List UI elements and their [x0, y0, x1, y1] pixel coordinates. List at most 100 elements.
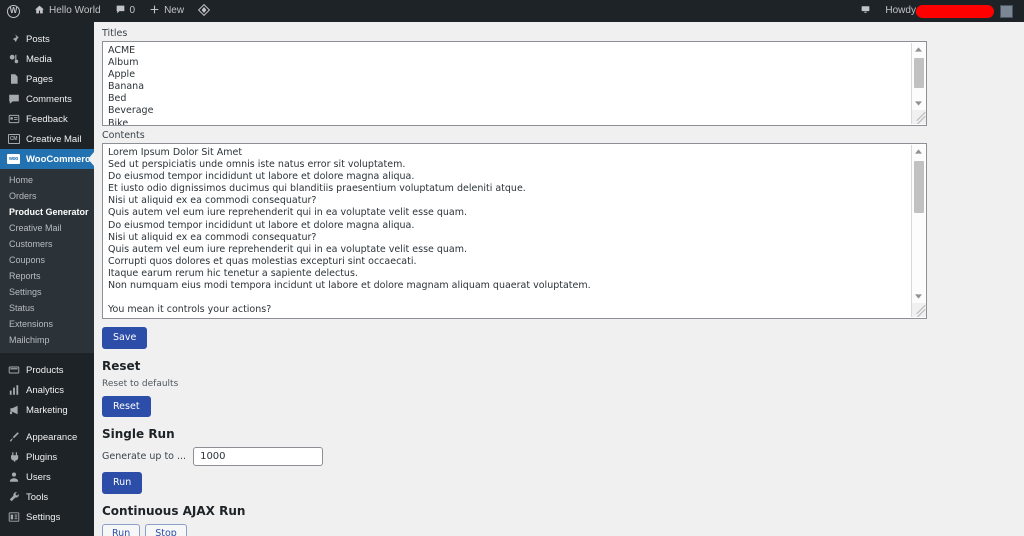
sidebar-item-appearance[interactable]: Appearance	[0, 427, 94, 447]
sidebar-item-posts[interactable]: Posts	[0, 29, 94, 49]
paintbrush-icon	[7, 431, 20, 444]
comment-bubble-icon	[7, 93, 20, 106]
titles-line: Apple	[108, 69, 136, 81]
sidebar-item-label: Pages	[26, 73, 53, 85]
new-content-menu[interactable]: New	[142, 0, 191, 22]
my-account-menu[interactable]: Howdy,	[878, 0, 1020, 22]
titles-field-wrap: ACME Album Apple Banana Bed Beverage Bik…	[102, 41, 927, 126]
contents-line: Nisi ut aliquid ex ea commodi consequatu…	[108, 231, 317, 243]
plug-icon	[7, 451, 20, 464]
submenu-item-coupons[interactable]: Coupons	[0, 252, 94, 268]
sidebar-item-label: Analytics	[26, 384, 65, 396]
continuous-stop-button[interactable]: Stop	[145, 523, 187, 536]
continuous-run-button[interactable]: Run	[102, 523, 141, 536]
menu-spacer-top	[0, 22, 94, 29]
scroll-down-icon[interactable]	[912, 97, 926, 110]
contents-line: Non numquam eius modi tempora incidunt u…	[108, 280, 591, 292]
single-run-row: Generate up to ...	[102, 447, 1024, 466]
sidebar-item-label: Media	[26, 53, 52, 65]
howdy-label: Howdy,	[885, 5, 918, 16]
resize-grip[interactable]	[911, 303, 926, 317]
scroll-down-icon[interactable]	[912, 290, 926, 303]
titles-textarea[interactable]: ACME Album Apple Banana Bed Beverage Bik…	[102, 41, 927, 126]
continuous-run-buttons: Run Stop	[102, 523, 1024, 536]
submenu-item-product-generator[interactable]: Product Generator	[0, 204, 94, 220]
new-label: New	[164, 5, 185, 16]
generate-count-input[interactable]	[193, 447, 324, 466]
submenu-item-mailchimp[interactable]: Mailchimp	[0, 332, 94, 348]
site-name-menu[interactable]: Hello World	[27, 0, 108, 22]
avatar	[1000, 4, 1013, 18]
sidebar-item-analytics[interactable]: Analytics	[0, 380, 94, 400]
contents-textarea[interactable]: Lorem Ipsum Dolor Sit Amet Sed ut perspi…	[102, 143, 927, 319]
resize-grip[interactable]	[911, 110, 926, 124]
save-button[interactable]: Save	[102, 327, 148, 349]
scrollbar-track[interactable]	[912, 56, 926, 97]
sidebar-item-tools[interactable]: Tools	[0, 487, 94, 507]
contents-line: You mean it controls your actions?	[108, 304, 272, 316]
menu-separator	[0, 420, 94, 427]
scrollbar-thumb[interactable]	[913, 58, 924, 88]
sidebar-item-label: Appearance	[26, 431, 78, 443]
sidebar-item-feedback[interactable]: Feedback	[0, 109, 94, 129]
scroll-up-icon[interactable]	[912, 145, 926, 158]
sidebar-item-settings[interactable]: Settings	[0, 507, 94, 527]
submenu-item-customers[interactable]: Customers	[0, 236, 94, 252]
products-icon	[7, 364, 20, 377]
screen-options-menu[interactable]	[853, 0, 878, 22]
sidebar-item-label: WooCommerce	[26, 153, 94, 165]
scrollbar-track[interactable]	[912, 158, 926, 290]
woocommerce-submenu: Home Orders Product Generator Creative M…	[0, 169, 94, 353]
comment-bubble-icon	[115, 4, 126, 18]
comment-count: 0	[129, 5, 136, 16]
sidebar-item-plugins[interactable]: Plugins	[0, 447, 94, 467]
titles-line: Banana	[108, 81, 145, 93]
admin-sidebar: Posts Media Pages Comments Feedback CM C…	[0, 22, 94, 536]
jetpack-menu[interactable]	[191, 0, 217, 22]
sidebar-item-pages[interactable]: Pages	[0, 69, 94, 89]
wrench-icon	[7, 491, 20, 504]
sidebar-item-creative-mail[interactable]: CM Creative Mail	[0, 129, 94, 149]
scroll-up-icon[interactable]	[912, 43, 926, 56]
sidebar-item-marketing[interactable]: Marketing	[0, 400, 94, 420]
sidebar-item-users[interactable]: Users	[0, 467, 94, 487]
submenu-item-reports[interactable]: Reports	[0, 268, 94, 284]
single-run-button[interactable]: Run	[102, 472, 143, 494]
contents-line: Do eiusmod tempor incididunt ut labore e…	[108, 171, 415, 183]
sidebar-item-comments[interactable]: Comments	[0, 89, 94, 109]
submenu-item-orders[interactable]: Orders	[0, 188, 94, 204]
plus-icon	[149, 4, 160, 18]
sidebar-item-woocommerce[interactable]: woo WooCommerce	[0, 149, 94, 169]
submenu-item-home[interactable]: Home	[0, 172, 94, 188]
single-run-heading: Single Run	[102, 427, 175, 441]
submenu-item-extensions[interactable]: Extensions	[0, 316, 94, 332]
contents-scrollbar[interactable]	[911, 145, 926, 317]
sidebar-item-label: Comments	[26, 93, 72, 105]
titles-label: Titles	[102, 28, 128, 39]
reset-button[interactable]: Reset	[102, 395, 151, 417]
generate-up-to-label: Generate up to ...	[102, 451, 187, 462]
sidebar-item-label: Feedback	[26, 113, 68, 125]
contents-label: Contents	[102, 130, 145, 141]
sidebar-item-products[interactable]: Products	[0, 360, 94, 380]
submenu-item-creative-mail[interactable]: Creative Mail	[0, 220, 94, 236]
sidebar-item-media[interactable]: Media	[0, 49, 94, 69]
contents-line: Do eiusmod tempor incididunt ut labore e…	[108, 219, 415, 231]
scrollbar-thumb[interactable]	[913, 161, 924, 213]
contents-line: Quis autem vel eum iure reprehenderit qu…	[108, 207, 468, 219]
titles-line: Album	[108, 57, 139, 69]
sidebar-item-label: Settings	[26, 511, 61, 523]
media-icon	[7, 53, 20, 66]
comments-menu[interactable]: 0	[108, 0, 143, 22]
submenu-item-settings[interactable]: Settings	[0, 284, 94, 300]
user-icon	[7, 471, 20, 484]
wp-logo-menu[interactable]	[0, 0, 27, 22]
home-icon	[34, 4, 45, 18]
titles-scrollbar[interactable]	[911, 43, 926, 124]
contents-line: Itaque earum rerum hic tenetur a sapient…	[108, 267, 358, 279]
submenu-item-status[interactable]: Status	[0, 300, 94, 316]
continuous-run-heading: Continuous AJAX Run	[102, 503, 246, 518]
contents-line: Quis autem vel eum iure reprehenderit qu…	[108, 243, 468, 255]
page-icon	[7, 73, 20, 86]
creative-mail-icon: CM	[7, 133, 20, 146]
